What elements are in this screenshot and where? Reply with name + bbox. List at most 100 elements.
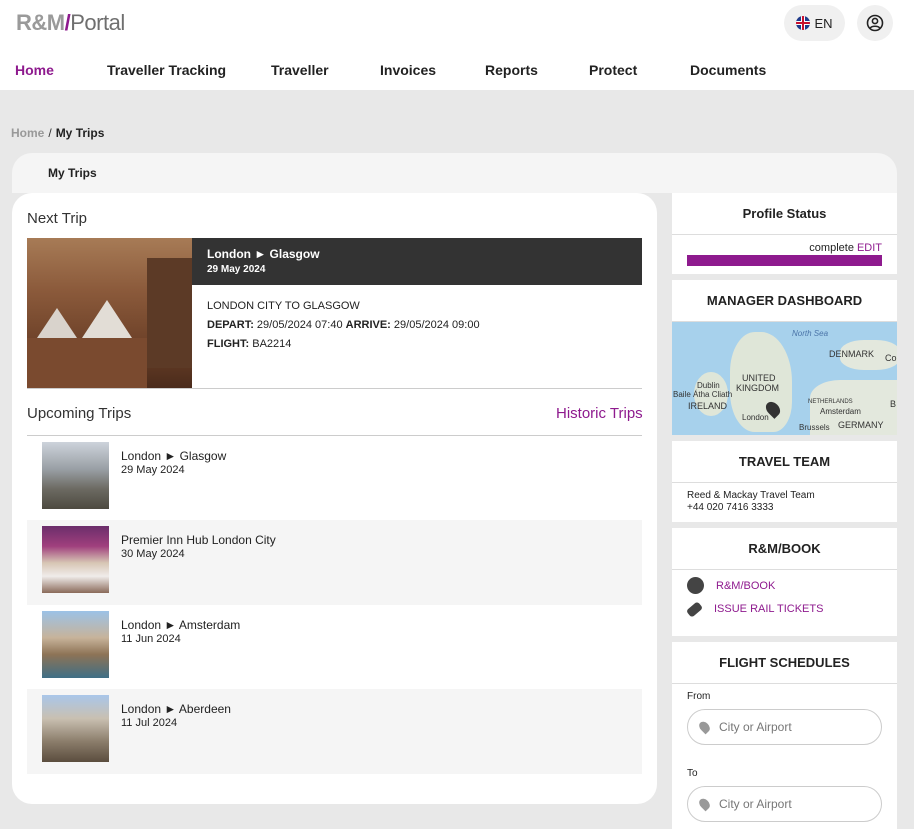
manager-dashboard-heading: MANAGER DASHBOARD <box>672 280 897 322</box>
uk-flag-icon <box>796 16 811 30</box>
trip-thumbnail <box>42 526 109 593</box>
issue-rail-tickets-label: ISSUE RAIL TICKETS <box>714 603 824 615</box>
trip-date: 30 May 2024 <box>121 548 185 560</box>
profile-complete-label: complete <box>809 242 854 254</box>
next-trip-details: LONDON CITY TO GLASGOW DEPART: 29/05/202… <box>207 300 480 357</box>
breadcrumb-separator: / <box>48 126 52 140</box>
next-trip-description: LONDON CITY TO GLASGOW <box>207 300 360 312</box>
from-label: From <box>687 691 711 702</box>
breadcrumb: Home / My Trips <box>11 126 104 140</box>
map-label: North Sea <box>792 329 829 338</box>
profile-progress-fill <box>687 255 882 266</box>
nav-traveller[interactable]: Traveller <box>271 62 329 78</box>
logo-rm: R&M <box>16 10 65 35</box>
flight-schedules-heading: FLIGHT SCHEDULES <box>672 642 897 684</box>
trip-list-item[interactable]: London ► Amsterdam 11 Jun 2024 <box>27 605 642 690</box>
to-label: To <box>687 768 698 779</box>
travel-team-heading: TRAVEL TEAM <box>672 441 897 483</box>
trip-title: London ► Glasgow <box>121 449 227 463</box>
nav-home[interactable]: Home <box>15 62 54 78</box>
from-placeholder: City or Airport <box>719 720 792 734</box>
trip-date: 11 Jul 2024 <box>121 717 178 729</box>
manager-dashboard-map[interactable]: North Sea DENMARK Cop UNITED KINGDOM Dub… <box>672 322 897 435</box>
location-pin-icon <box>697 719 712 735</box>
from-airport-input[interactable]: City or Airport <box>687 709 882 745</box>
profile-status-heading: Profile Status <box>672 193 897 235</box>
issue-rail-tickets-link[interactable]: ISSUE RAIL TICKETS <box>685 600 824 618</box>
profile-edit-link[interactable]: EDIT <box>857 242 882 254</box>
trip-title: Premier Inn Hub London City <box>121 533 276 547</box>
upcoming-trips-heading: Upcoming Trips <box>27 405 132 422</box>
travel-team-contact: Reed & Mackay Travel Team +44 020 7416 3… <box>687 490 815 514</box>
depart-value: 29/05/2024 07:40 <box>256 319 343 331</box>
rm-book-heading: R&M/BOOK <box>672 528 897 570</box>
map-label: Amsterdam <box>820 407 861 416</box>
trip-thumbnail <box>42 442 109 509</box>
map-label: Baile Átha Cliath <box>673 390 733 399</box>
arrive-label: ARRIVE: <box>345 319 391 331</box>
trip-list-item[interactable]: London ► Aberdeen 11 Jul 2024 <box>27 689 642 774</box>
trip-title: London ► Aberdeen <box>121 702 231 716</box>
trip-date: 29 May 2024 <box>121 464 185 476</box>
nav-protect[interactable]: Protect <box>589 62 637 78</box>
next-trip-date: 29 May 2024 <box>207 264 266 275</box>
map-label: Brussels <box>799 423 830 432</box>
next-trip-heading: Next Trip <box>27 210 88 227</box>
to-airport-input[interactable]: City or Airport <box>687 786 882 822</box>
historic-trips-link[interactable]: Historic Trips <box>556 405 643 422</box>
map-label: London <box>742 413 769 422</box>
map-label: Dublin <box>697 381 720 390</box>
user-account-button[interactable] <box>857 5 893 41</box>
user-icon <box>866 14 884 32</box>
nav-traveller-tracking[interactable]: Traveller Tracking <box>107 62 226 78</box>
trip-thumbnail <box>42 695 109 762</box>
trips-card: Next Trip London ► Glasgow 29 May 2024 L… <box>12 193 657 804</box>
page-title-band: My Trips <box>12 153 897 193</box>
language-label: EN <box>814 15 833 31</box>
map-label: UNITED <box>742 373 776 383</box>
location-pin-icon <box>697 796 712 812</box>
to-placeholder: City or Airport <box>719 797 792 811</box>
arrive-value: 29/05/2024 09:00 <box>393 319 480 331</box>
nav-reports[interactable]: Reports <box>485 62 538 78</box>
nav-documents[interactable]: Documents <box>690 62 766 78</box>
next-trip-image[interactable] <box>27 238 192 388</box>
logo-portal: Portal <box>70 10 125 35</box>
portal-logo[interactable]: R&M/Portal <box>16 10 125 36</box>
trip-title: London ► Amsterdam <box>121 618 241 632</box>
trip-list-item[interactable]: Premier Inn Hub London City 30 May 2024 <box>27 520 642 605</box>
map-label: Cop <box>885 353 897 363</box>
next-trip-flight: FLIGHT: BA2214 <box>207 338 480 350</box>
globe-icon <box>687 577 704 594</box>
flight-label: FLIGHT: <box>207 338 250 350</box>
rm-book-link-label: R&M/BOOK <box>716 579 776 592</box>
trip-thumbnail <box>42 611 109 678</box>
profile-progress-bar <box>687 255 882 266</box>
map-label: B <box>890 399 897 409</box>
divider <box>27 388 642 389</box>
travel-team-phone[interactable]: +44 020 7416 3333 <box>687 502 815 514</box>
sidebar-widgets: Profile Status complete EDIT MANAGER DASH… <box>672 193 897 829</box>
map-label: NETHERLANDS <box>808 399 853 405</box>
trip-list-item[interactable]: London ► Glasgow 29 May 2024 <box>27 436 642 521</box>
map-label: IRELAND <box>688 401 728 411</box>
top-bar: R&M/Portal EN Home Traveller Tracking Tr… <box>0 0 914 90</box>
page-title: My Trips <box>48 166 97 180</box>
map-label: GERMANY <box>838 420 884 430</box>
breadcrumb-home[interactable]: Home <box>11 126 44 140</box>
nav-invoices[interactable]: Invoices <box>380 62 436 78</box>
trip-date: 11 Jun 2024 <box>121 633 181 645</box>
depart-label: DEPART: <box>207 319 254 331</box>
map-label: DENMARK <box>829 349 875 359</box>
map-label: KINGDOM <box>736 383 780 393</box>
next-trip-times: DEPART: 29/05/2024 07:40 ARRIVE: 29/05/2… <box>207 319 480 331</box>
language-selector[interactable]: EN <box>784 5 845 41</box>
main-nav: Home Traveller Tracking Traveller Invoic… <box>0 62 914 82</box>
breadcrumb-current: My Trips <box>55 126 105 140</box>
flight-value: BA2214 <box>252 338 292 350</box>
travel-team-name: Reed & Mackay Travel Team <box>687 490 815 501</box>
next-trip-header[interactable]: London ► Glasgow 29 May 2024 <box>192 238 642 285</box>
rm-book-link[interactable]: R&M/BOOK <box>687 577 775 594</box>
next-trip-route: London ► Glasgow <box>207 247 320 261</box>
ticket-icon <box>685 600 704 618</box>
